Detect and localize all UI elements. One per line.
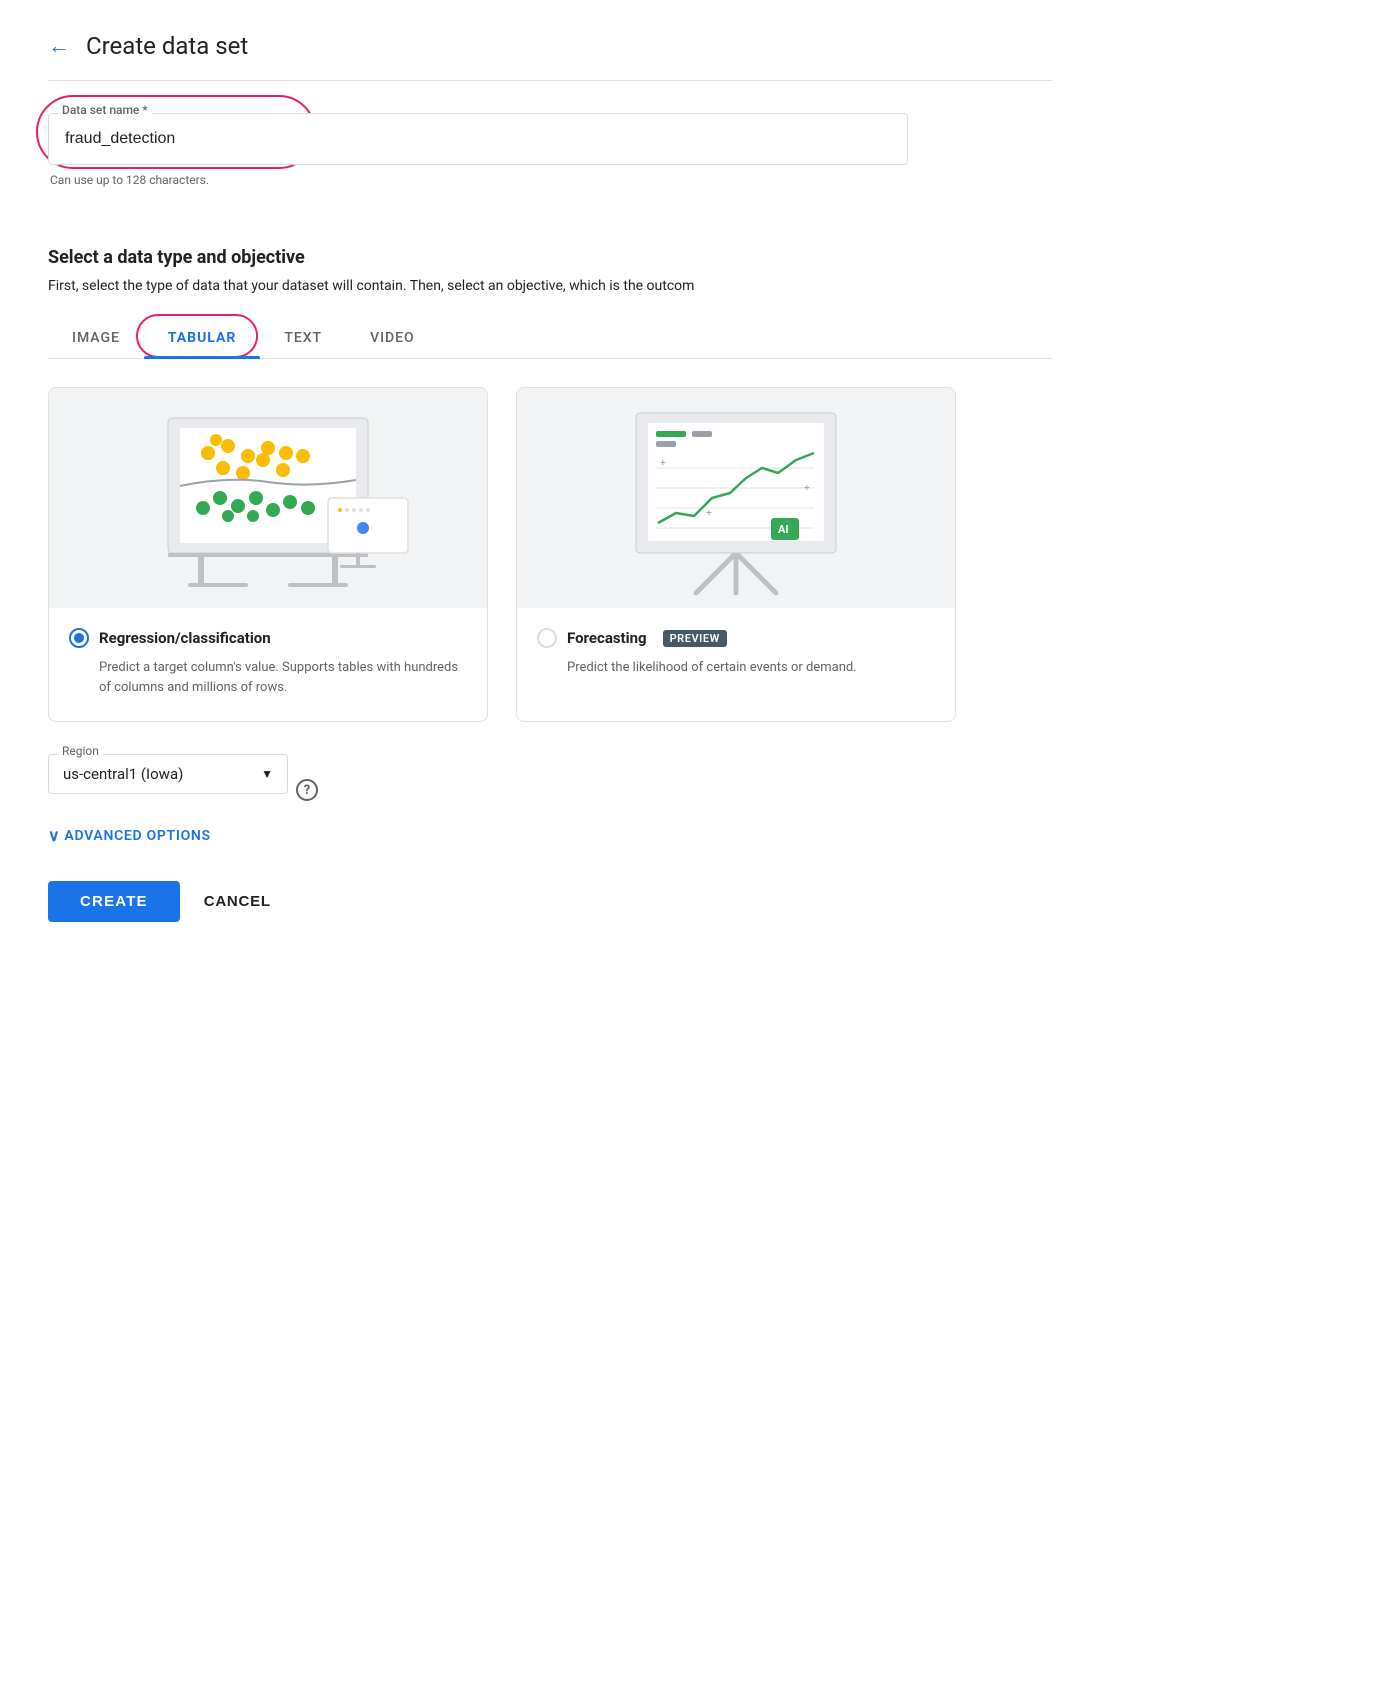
region-select[interactable]: us-central1 (Iowa) ▼ [48, 754, 288, 794]
tab-video[interactable]: VIDEO [346, 318, 439, 358]
objective-cards: Regression/classification Predict a targ… [48, 387, 1052, 722]
svg-text:+: + [660, 458, 666, 469]
region-container: Region us-central1 (Iowa) ▼ [48, 754, 288, 794]
regression-title: Regression/classification [99, 629, 271, 647]
create-button[interactable]: CREATE [48, 881, 180, 922]
forecasting-card-body: Forecasting PREVIEW Predict the likeliho… [517, 608, 955, 702]
page-title: Create data set [86, 32, 248, 60]
svg-text:+: + [804, 483, 810, 494]
forecasting-title: Forecasting [567, 629, 647, 647]
region-value: us-central1 (Iowa) [63, 765, 253, 783]
forecasting-option[interactable]: Forecasting PREVIEW [537, 628, 935, 648]
advanced-options-label: ADVANCED OPTIONS [64, 828, 210, 844]
regression-radio[interactable] [69, 628, 89, 648]
forecasting-desc: Predict the likelihood of certain events… [567, 658, 935, 678]
tab-tabular[interactable]: TABULAR [144, 318, 260, 358]
chevron-down-icon: ∨ [48, 826, 60, 845]
forecasting-card[interactable]: + + + AI Forecasting PREVIEW Predict the… [516, 387, 956, 722]
forecasting-radio[interactable] [537, 628, 557, 648]
regression-option[interactable]: Regression/classification [69, 628, 467, 648]
svg-text:AI: AI [778, 523, 789, 536]
regression-illustration [108, 398, 428, 598]
dataset-name-field: Data set name * [48, 113, 908, 165]
region-label: Region [58, 744, 103, 758]
page-header: ← Create data set [48, 32, 1052, 60]
forecasting-card-image: + + + AI [517, 388, 955, 608]
regression-card-image [49, 388, 487, 608]
dataset-name-input[interactable] [48, 113, 908, 165]
advanced-options-toggle[interactable]: ∨ ADVANCED OPTIONS [48, 826, 1052, 845]
cancel-button[interactable]: CANCEL [204, 893, 271, 910]
data-type-tabs: IMAGE TABULAR TEXT VIDEO [48, 318, 1052, 359]
preview-badge: PREVIEW [663, 630, 727, 647]
regression-desc: Predict a target column's value. Support… [99, 658, 467, 697]
tab-image[interactable]: IMAGE [48, 318, 144, 358]
section-desc: First, select the type of data that your… [48, 278, 1052, 294]
dataset-name-hint: Can use up to 128 characters. [50, 173, 908, 187]
region-row: Region us-central1 (Iowa) ▼ ? [48, 754, 1052, 826]
section-title: Select a data type and objective [48, 247, 1052, 268]
action-buttons: CREATE CANCEL [48, 881, 1052, 922]
regression-card-body: Regression/classification Predict a targ… [49, 608, 487, 721]
header-divider [48, 80, 1052, 81]
regression-card[interactable]: Regression/classification Predict a targ… [48, 387, 488, 722]
dataset-name-label: Data set name * [58, 103, 152, 117]
svg-text:+: + [706, 508, 712, 519]
help-icon[interactable]: ? [296, 779, 318, 801]
forecasting-illustration: + + + AI [576, 398, 896, 598]
chevron-down-icon: ▼ [261, 767, 273, 781]
back-button[interactable]: ← [48, 33, 70, 59]
tab-text[interactable]: TEXT [260, 318, 346, 358]
